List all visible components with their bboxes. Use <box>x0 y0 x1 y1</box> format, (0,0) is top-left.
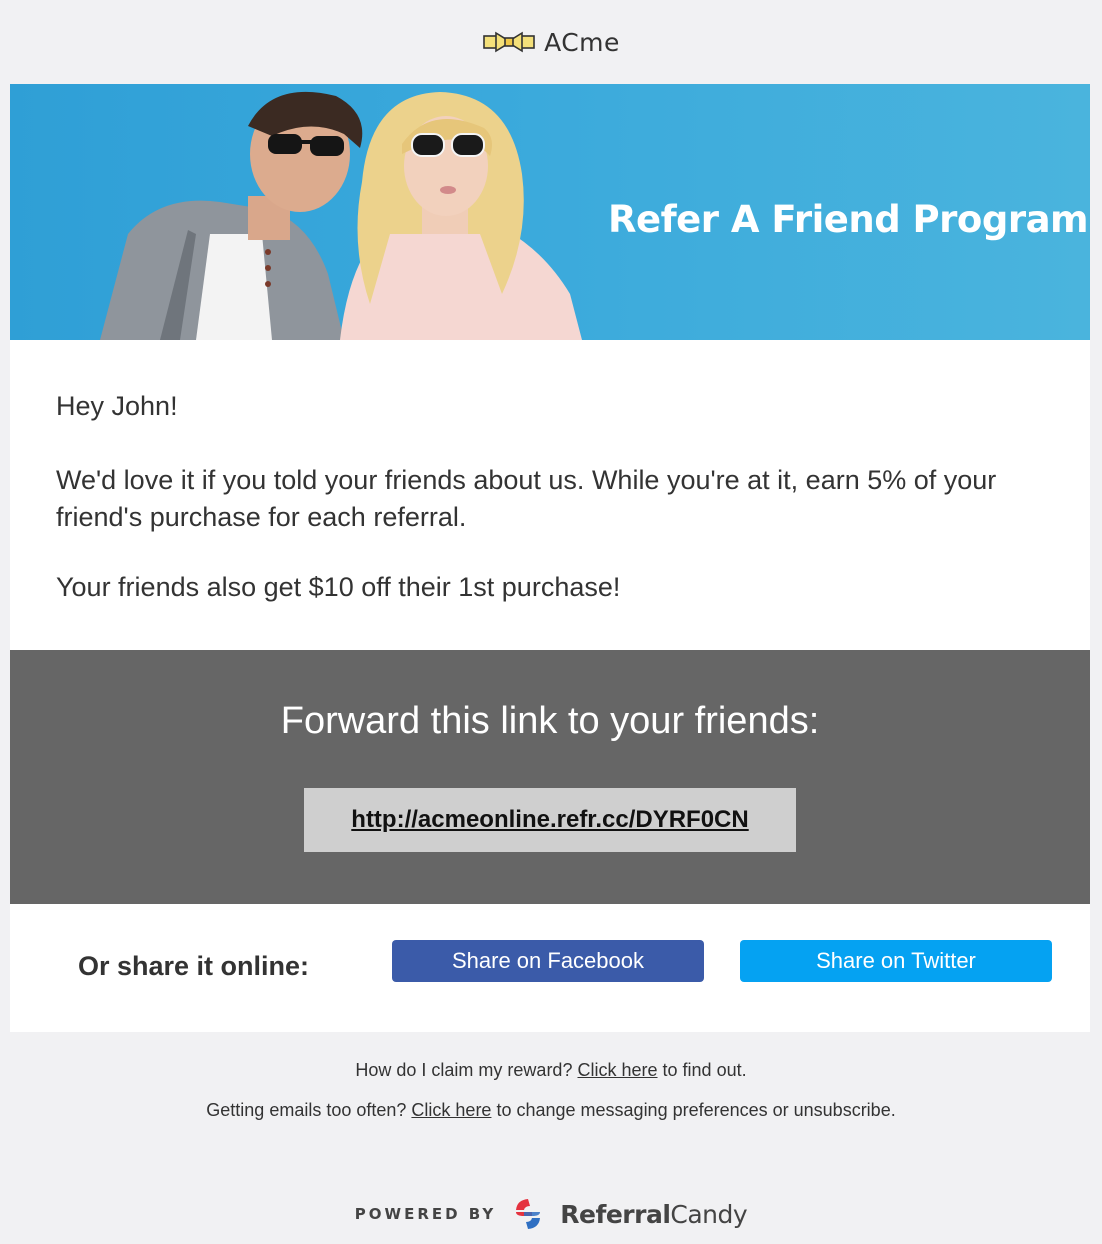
share-on-facebook-button[interactable]: Share on Facebook <box>392 940 704 982</box>
claim-reward-line: How do I claim my reward? Click here to … <box>0 1060 1102 1081</box>
claim-reward-suffix: to find out. <box>662 1060 747 1080</box>
share-section: Or share it online: Share on Facebook Sh… <box>10 904 1090 1032</box>
powered-by-footer: POWERED BY ReferralCandy <box>0 1194 1102 1234</box>
forward-link-section: Forward this link to your friends: http:… <box>10 650 1090 904</box>
referral-pitch-text: We'd love it if you told your friends ab… <box>56 465 997 532</box>
acme-bowtie-logo-icon <box>483 31 535 53</box>
referralcandy-brand-name: ReferralCandy <box>560 1200 747 1229</box>
message-section: Hey John! We'd love it if you told your … <box>10 340 1090 650</box>
claim-reward-link[interactable]: Click here <box>577 1060 657 1080</box>
preferences-line: Getting emails too often? Click here to … <box>0 1100 1102 1121</box>
powered-by-label: POWERED BY <box>354 1205 497 1223</box>
referral-link-box: http://acmeonline.refr.cc/DYRF0CN <box>304 788 796 852</box>
friend-bonus-text: Your friends also get $10 off their 1st … <box>56 572 621 602</box>
acme-logo: ACme <box>0 22 1102 62</box>
preferences-suffix: to change messaging preferences or unsub… <box>496 1100 896 1120</box>
referralcandy-brand-regular: Candy <box>670 1199 748 1229</box>
referral-link[interactable]: http://acmeonline.refr.cc/DYRF0CN <box>351 806 748 834</box>
share-on-twitter-button[interactable]: Share on Twitter <box>740 940 1052 982</box>
claim-reward-prefix: How do I claim my reward? <box>355 1060 573 1080</box>
referralcandy-logo-icon <box>516 1199 541 1229</box>
forward-link-heading: Forward this link to your friends: <box>280 700 820 742</box>
share-label: Or share it online: <box>78 951 310 981</box>
preferences-prefix: Getting emails too often? <box>206 1100 407 1120</box>
acme-logo-text: ACme <box>544 27 620 57</box>
preferences-link[interactable]: Click here <box>411 1100 491 1120</box>
referralcandy-brand-bold: Referral <box>560 1199 671 1229</box>
banner-title: Refer A Friend Program <box>608 198 1089 241</box>
greeting-text: Hey John! <box>56 391 178 421</box>
hero-banner: Refer A Friend Program <box>10 84 1090 340</box>
